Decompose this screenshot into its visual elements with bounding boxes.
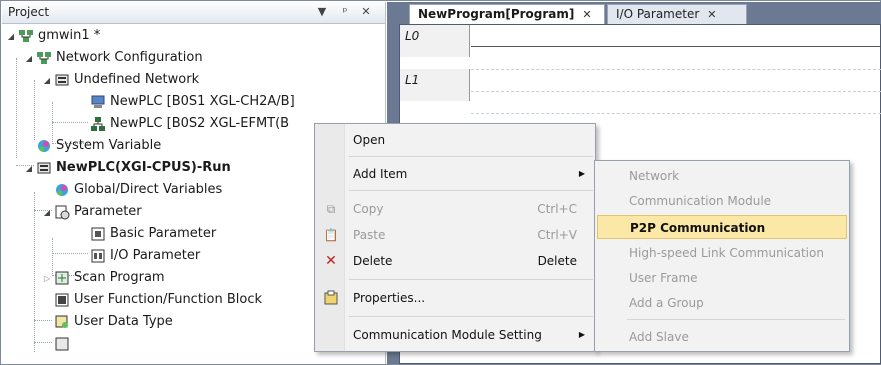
delete-icon: ✕ [325, 253, 337, 269]
menu-separator [349, 190, 593, 191]
menu-item-shortcut: Ctrl+C [537, 202, 577, 216]
collapsed-arrow-icon[interactable]: ▷ [42, 269, 52, 289]
menu-separator [349, 156, 593, 157]
expanded-arrow-icon[interactable]: ◢ [24, 49, 34, 69]
menu-item-delete[interactable]: ✕ Delete Delete [317, 248, 593, 274]
panel-pin-icon[interactable]: ᵖ [337, 4, 353, 20]
submenu-item-p2p-communication[interactable]: P2P Communication [597, 215, 847, 239]
menu-item-copy[interactable]: ⧉ Copy Ctrl+C [317, 196, 593, 222]
library-icon [55, 337, 69, 351]
rung-grid-line [471, 113, 881, 114]
tree-guide [34, 192, 35, 352]
rung-label: L0 [400, 25, 470, 57]
submenu-item-add-group[interactable]: Add a Group [597, 291, 847, 315]
tree-guide [34, 320, 52, 321]
menu-separator [627, 319, 845, 320]
menu-item-label: Properties... [353, 291, 426, 305]
plc-cpu-icon [37, 162, 51, 174]
tab-close-icon[interactable]: ✕ [582, 8, 591, 21]
paste-icon: 📋 [323, 228, 339, 242]
project-panel-title: Project [8, 5, 50, 19]
tree-guide [34, 80, 35, 140]
tree-item-label: NewPLC [B0S1 XGL-CH2A/B] [110, 94, 295, 109]
expanded-arrow-icon[interactable]: ◢ [42, 203, 52, 223]
menu-item-label: Add Item [353, 167, 408, 181]
tab-label: I/O Parameter [616, 7, 700, 21]
expanded-arrow-icon[interactable]: ◢ [24, 159, 34, 179]
app-frame: Project ▼ ᵖ ✕ ◢ gmwin1 * ◢ Network Confi… [0, 0, 881, 365]
expanded-arrow-icon[interactable]: ◢ [42, 71, 52, 91]
submenu-arrow-icon: ▶ [578, 169, 585, 178]
menu-item-communication-module-setting[interactable]: Communication Module Setting ▶ [317, 322, 593, 348]
tree-item-label: Parameter [74, 204, 142, 219]
add-item-submenu: Network Communication Module P2P Communi… [594, 160, 850, 352]
menu-item-properties[interactable]: Properties... [317, 285, 593, 311]
tab-io-parameter[interactable]: I/O Parameter ✕ [607, 4, 747, 24]
tree-item-label: Undefined Network [74, 72, 200, 87]
menu-item-open[interactable]: Open [317, 127, 593, 153]
tree-guide [16, 58, 17, 158]
tree-item-label: Basic Parameter [110, 226, 217, 241]
menu-item-label: Paste [353, 228, 386, 242]
tree-item-label: gmwin1 * [38, 28, 101, 43]
tab-close-icon[interactable]: ✕ [707, 8, 716, 21]
network-icon [55, 74, 69, 86]
properties-icon [323, 290, 339, 306]
menu-item-label: Copy [353, 202, 384, 216]
menu-item-shortcut: Ctrl+V [537, 228, 577, 242]
submenu-item-network[interactable]: Network [597, 164, 847, 188]
submenu-arrow-icon: ▶ [578, 330, 585, 339]
global-variables-icon [56, 184, 68, 196]
plc-network-icon [91, 117, 105, 131]
editor-tab-bar: NewProgram[Program] ✕ I/O Parameter ✕ [387, 2, 881, 24]
tree-guide [34, 342, 52, 343]
submenu-item-communication-module[interactable]: Communication Module [597, 189, 847, 213]
tree-item-label: User Data Type [74, 314, 173, 329]
function-block-icon [55, 293, 69, 307]
network-config-icon [37, 52, 51, 64]
plc-module-icon [91, 95, 105, 108]
submenu-item-add-slave[interactable]: Add Slave [597, 325, 847, 349]
tree-item-label: NewPLC [B0S2 XGL-EFMT(B [110, 116, 290, 131]
rung-line [471, 46, 881, 47]
context-menu: Open Add Item ▶ ⧉ Copy Ctrl+C 📋 Paste Ct… [314, 123, 596, 352]
rung-grid-line [471, 91, 881, 92]
submenu-item-user-frame[interactable]: User Frame [597, 266, 847, 290]
submenu-item-high-speed-link[interactable]: High-speed Link Communication [597, 241, 847, 265]
tree-item-label: NewPLC(XGI-CPUS)-Run [56, 160, 231, 175]
expanded-arrow-icon[interactable]: ◢ [6, 27, 16, 47]
tree-item-label: Global/Direct Variables [74, 182, 223, 197]
menu-item-label: Communication Module Setting [353, 328, 542, 342]
rung-grid-line [471, 69, 881, 70]
tab-label: NewProgram[Program] [418, 7, 575, 21]
basic-parameter-icon [91, 227, 105, 241]
tree-guide [52, 238, 53, 274]
menu-item-shortcut: Delete [537, 254, 577, 268]
menu-item-paste[interactable]: 📋 Paste Ctrl+V [317, 222, 593, 248]
tree-item-label: Network Configuration [56, 50, 203, 65]
tree-item-label: System Variable [56, 138, 162, 153]
copy-icon: ⧉ [326, 202, 336, 216]
tree-item-label: User Function/Function Block [74, 292, 263, 307]
menu-item-add-item[interactable]: Add Item ▶ [317, 161, 593, 187]
data-type-icon [55, 315, 68, 328]
tab-newprogram[interactable]: NewProgram[Program] ✕ [409, 4, 605, 24]
menu-separator [349, 279, 593, 280]
tree-guide [52, 253, 88, 254]
scan-program-icon [55, 271, 69, 285]
io-parameter-icon [91, 249, 105, 263]
project-icon [19, 30, 33, 42]
menu-item-label: Delete [353, 254, 393, 268]
tree-guide [52, 122, 88, 123]
menu-separator [349, 316, 593, 317]
tree-item-label: Scan Program [74, 270, 165, 285]
panel-dropdown-icon[interactable]: ▼ [314, 4, 330, 20]
project-panel-header: Project ▼ ᵖ ✕ [2, 2, 385, 24]
parameter-icon [55, 205, 70, 220]
system-variable-icon [38, 140, 50, 152]
panel-close-icon[interactable]: ✕ [358, 4, 374, 20]
menu-item-label: Open [353, 133, 386, 147]
tree-item-label: I/O Parameter [110, 248, 201, 263]
rung-label: L1 [400, 69, 470, 101]
